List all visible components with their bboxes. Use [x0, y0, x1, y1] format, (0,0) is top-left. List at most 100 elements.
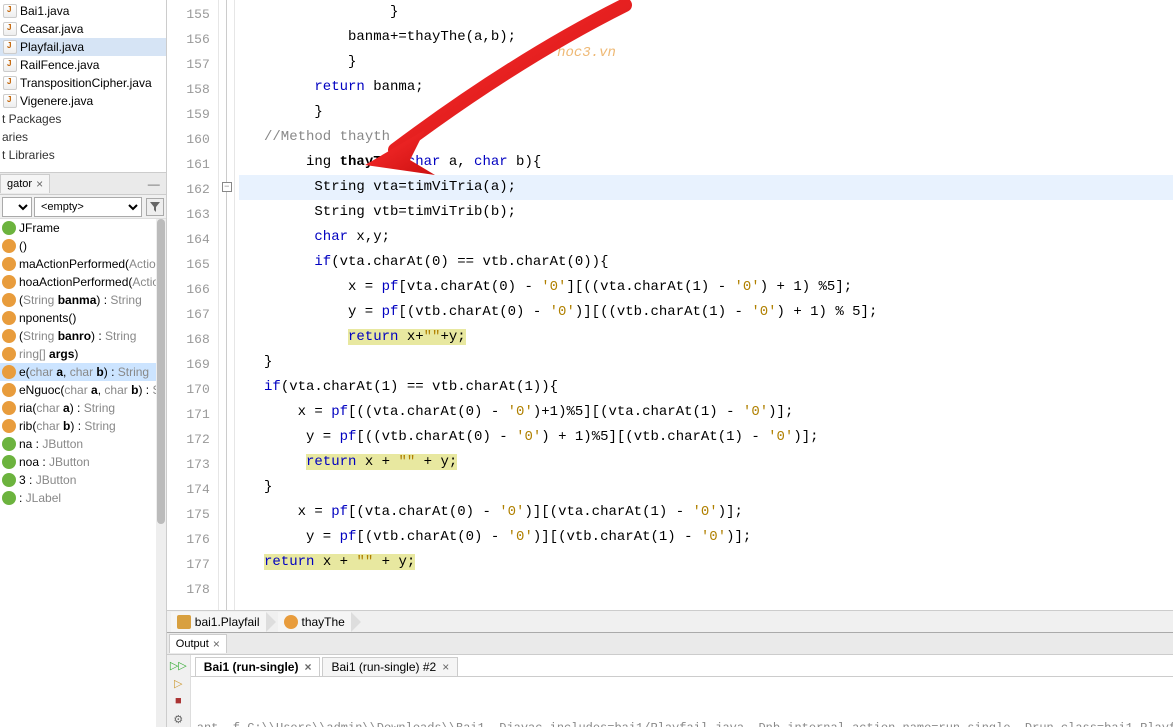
- close-icon[interactable]: ×: [304, 660, 311, 674]
- code-line[interactable]: x = pf[vta.charAt(0) - '0'][((vta.charAt…: [239, 275, 1173, 300]
- member-label: (): [19, 239, 27, 253]
- navigator-member[interactable]: na : JButton: [0, 435, 166, 453]
- output-console[interactable]: hoc3.vn ant -f C:\\Users\\admin\\Downloa…: [191, 677, 1173, 727]
- member-label: nponents(): [19, 311, 76, 325]
- folder-tree-item[interactable]: t Libraries: [0, 146, 166, 164]
- file-name: RailFence.java: [20, 58, 99, 72]
- code-line[interactable]: String vta=timViTria(a);: [239, 175, 1173, 200]
- minimize-icon[interactable]: —: [142, 177, 166, 191]
- code-line[interactable]: return x + "" + y;: [239, 450, 1173, 475]
- code-editor[interactable]: 1551561571581591601611621631641651661671…: [167, 0, 1173, 610]
- member-label: e(char a, char b) : String: [19, 365, 149, 379]
- stop-icon[interactable]: ■: [169, 693, 187, 709]
- line-number: 163: [167, 202, 218, 227]
- member-label: rib(char b) : String: [19, 419, 116, 433]
- breadcrumb-class[interactable]: bai1.Playfail: [171, 612, 266, 632]
- navigator-member[interactable]: ria(char a) : String: [0, 399, 166, 417]
- code-line[interactable]: }: [239, 50, 1173, 75]
- output-panel: Output × ▷▷ ▷ ■ ⚙ Bai1 (run-single)×Bai1…: [167, 632, 1173, 727]
- code-line[interactable]: x = pf[(vta.charAt(0) - '0')][(vta.charA…: [239, 500, 1173, 525]
- folder-tree-item[interactable]: t Packages: [0, 110, 166, 128]
- file-tree-item[interactable]: Vigenere.java: [0, 92, 166, 110]
- rerun-icon[interactable]: ▷▷: [169, 657, 187, 673]
- code-line[interactable]: return x+""+y;: [239, 325, 1173, 350]
- line-number: 172: [167, 427, 218, 452]
- file-tree-item[interactable]: RailFence.java: [0, 56, 166, 74]
- code-line[interactable]: banma+=thayThe(a,b);: [239, 25, 1173, 50]
- breadcrumb-class-label: bai1.Playfail: [195, 615, 260, 629]
- code-line[interactable]: y = pf[((vtb.charAt(0) - '0') + 1)%5][(v…: [239, 425, 1173, 450]
- file-tree-item[interactable]: Ceasar.java: [0, 20, 166, 38]
- code-area[interactable]: } banma+=thayThe(a,b); } return banma; }…: [235, 0, 1173, 610]
- main-area: 1551561571581591601611621631641651661671…: [167, 0, 1173, 727]
- output-tab[interactable]: Output ×: [169, 634, 227, 653]
- code-line[interactable]: }: [239, 0, 1173, 25]
- navigator-member[interactable]: (String banro) : String: [0, 327, 166, 345]
- navigator-member[interactable]: (String banma) : String: [0, 291, 166, 309]
- navigator-member[interactable]: e(char a, char b) : String: [0, 363, 166, 381]
- file-tree-item[interactable]: Playfail.java: [0, 38, 166, 56]
- code-line[interactable]: }: [239, 100, 1173, 125]
- code-line[interactable]: y = pf[(vtb.charAt(0) - '0')][((vtb.char…: [239, 300, 1173, 325]
- code-line[interactable]: }: [239, 350, 1173, 375]
- member-label: ria(char a) : String: [19, 401, 115, 415]
- output-run-tab[interactable]: Bai1 (run-single) #2×: [322, 657, 458, 676]
- code-line[interactable]: //Method thayth: [239, 125, 1173, 150]
- navigator-member[interactable]: JFrame: [0, 219, 166, 237]
- navigator-member[interactable]: : JLabel: [0, 489, 166, 507]
- members-view-combo[interactable]: [2, 197, 32, 217]
- line-number: 159: [167, 102, 218, 127]
- member-icon: [2, 419, 16, 433]
- file-tree-item[interactable]: TranspositionCipher.java: [0, 74, 166, 92]
- navigator-member[interactable]: 3 : JButton: [0, 471, 166, 489]
- run-icon[interactable]: ▷: [169, 675, 187, 691]
- navigator-member[interactable]: noa : JButton: [0, 453, 166, 471]
- member-icon: [2, 275, 16, 289]
- scrollbar[interactable]: [156, 219, 166, 727]
- java-file-icon: [2, 3, 18, 19]
- member-label: maActionPerformed(Actio: [19, 257, 156, 271]
- code-line[interactable]: if(vta.charAt(1) == vtb.charAt(1)){: [239, 375, 1173, 400]
- close-icon[interactable]: ×: [36, 177, 43, 191]
- navigator-tab[interactable]: gator ×: [0, 174, 50, 193]
- filter-icon[interactable]: [146, 198, 164, 216]
- member-icon: [2, 383, 16, 397]
- scrollbar-thumb[interactable]: [157, 219, 165, 524]
- line-number: 158: [167, 77, 218, 102]
- navigator-filter-combo[interactable]: <empty>: [34, 197, 142, 217]
- line-number: 175: [167, 502, 218, 527]
- navigator-member[interactable]: maActionPerformed(Actio: [0, 255, 166, 273]
- navigator-member[interactable]: hoaActionPerformed(Actio: [0, 273, 166, 291]
- output-run-tabs: Bai1 (run-single)×Bai1 (run-single) #2×: [191, 655, 1173, 677]
- run-tab-label: Bai1 (run-single): [204, 660, 299, 674]
- code-line[interactable]: String vtb=timViTrib(b);: [239, 200, 1173, 225]
- code-line[interactable]: if(vta.charAt(0) == vtb.charAt(0)){: [239, 250, 1173, 275]
- code-line[interactable]: [239, 575, 1173, 600]
- navigator-member[interactable]: rib(char b) : String: [0, 417, 166, 435]
- navigator-member[interactable]: eNguoc(char a, char b) : St: [0, 381, 166, 399]
- navigator-member[interactable]: (): [0, 237, 166, 255]
- output-run-tab[interactable]: Bai1 (run-single) ×: [195, 657, 321, 676]
- navigator-panel: gator × — <empty> JFrame () maActionPerfor…: [0, 172, 166, 727]
- breadcrumb-method[interactable]: thayThe: [278, 612, 351, 632]
- file-tree-item[interactable]: Bai1.java: [0, 2, 166, 20]
- code-line[interactable]: ing thayThe(char a, char b){: [239, 150, 1173, 175]
- file-name: TranspositionCipher.java: [20, 76, 152, 90]
- folder-name: t Packages: [2, 112, 61, 126]
- line-number: 169: [167, 352, 218, 377]
- code-line[interactable]: return x + "" + y;: [239, 550, 1173, 575]
- navigator-member[interactable]: ring[] args): [0, 345, 166, 363]
- code-line[interactable]: return banma;: [239, 75, 1173, 100]
- code-line[interactable]: x = pf[((vta.charAt(0) - '0')+1)%5][(vta…: [239, 400, 1173, 425]
- code-line[interactable]: }: [239, 475, 1173, 500]
- code-line[interactable]: char x,y;: [239, 225, 1173, 250]
- fold-toggle-icon[interactable]: −: [222, 182, 232, 192]
- navigator-member[interactable]: nponents(): [0, 309, 166, 327]
- settings-icon[interactable]: ⚙: [169, 711, 187, 727]
- member-icon: [2, 311, 16, 325]
- code-line[interactable]: y = pf[(vtb.charAt(0) - '0')][(vtb.charA…: [239, 525, 1173, 550]
- folder-tree-item[interactable]: aries: [0, 128, 166, 146]
- close-icon[interactable]: ×: [213, 637, 220, 651]
- close-icon[interactable]: ×: [442, 660, 449, 674]
- member-label: noa : JButton: [19, 455, 90, 469]
